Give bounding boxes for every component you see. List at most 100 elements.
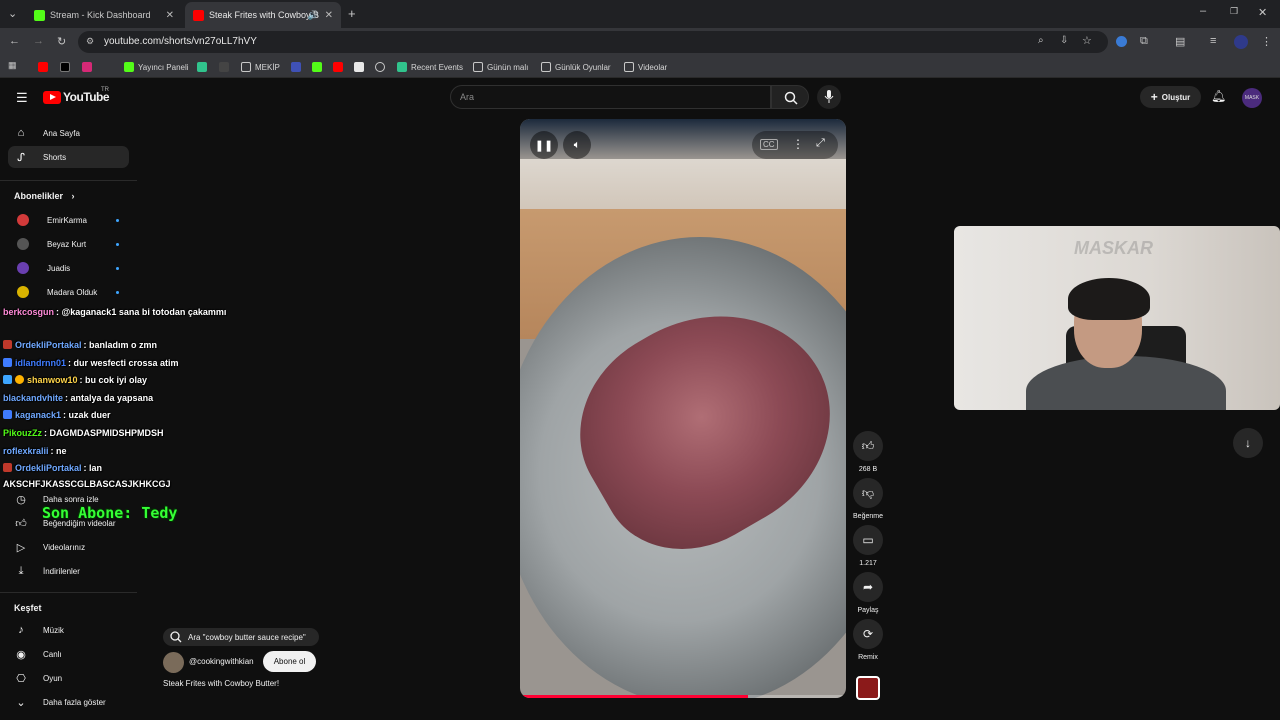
back-icon[interactable]: ← [9,35,20,47]
window-close-icon[interactable]: ✕ [1258,6,1267,19]
create-button[interactable]: + Oluştur [1140,86,1201,108]
search-icon [170,631,182,643]
voice-search-button[interactable] [817,85,841,109]
remix-icon[interactable]: ⟳ [853,619,883,649]
reload-icon[interactable]: ↻ [57,35,66,48]
bookmark-app-2[interactable] [291,60,305,74]
bookmark-youtube-2[interactable] [333,60,347,74]
extensions-puzzle-icon[interactable]: ⧉ [1140,35,1148,48]
menu-kebab-icon[interactable]: ⋮ [1261,35,1272,48]
more-options-icon[interactable]: ⋮ [792,137,804,151]
install-icon[interactable]: ⇩ [1060,35,1068,46]
share-icon[interactable]: ➦ [853,572,883,602]
youtube-logo-icon[interactable] [43,91,61,104]
chat-username: berkcosgun [3,307,55,317]
bookmark-image[interactable] [354,60,368,74]
sidebar-item-home[interactable]: ⌂ Ana Sayfa [8,122,129,144]
url-box[interactable]: ⚙ youtube.com/shorts/vn27oLL7hVY ⌕ ⇩ ☆ [78,31,1108,53]
video-progress-track[interactable] [520,695,846,698]
bookmark-folder-gunun-mali[interactable]: Günün malı [473,60,528,74]
share-action[interactable]: ➦ Paylaş [853,572,883,614]
profile-avatar[interactable] [1234,35,1248,49]
bookmark-folder-gunluk-oyunlar[interactable]: Günlük Oyunlar [541,60,611,74]
next-short-button[interactable]: ↓ [1233,428,1263,458]
country-code: TR [101,87,109,93]
pause-button[interactable]: ❚❚ [530,131,558,159]
like-action[interactable]: 👍︎ 268 B [853,431,883,473]
app-icon [397,62,407,72]
short-title[interactable]: Steak Frites with Cowboy Butter! [163,679,279,688]
extension-icon[interactable] [1116,36,1127,47]
minimize-icon[interactable]: – [1200,5,1206,17]
bookmark-yayinci-paneli[interactable]: Yayıncı Paneli [124,60,189,74]
dislike-action[interactable]: 👎︎ Beğenme [853,478,883,520]
apps-grid-icon[interactable]: ▦ [8,60,17,71]
tab-youtube-short[interactable]: Steak Frites with Cowboy B 🔊 ✕ [185,2,341,28]
badge-icon [3,358,12,367]
sidebar-sub-beyaz-kurt[interactable]: Beyaz Kurt [8,233,129,255]
hamburger-menu-icon[interactable]: ☰ [16,90,28,106]
channel-name[interactable]: @cookingwithkian [189,657,254,666]
subscribe-button[interactable]: Abone ol [263,651,316,672]
site-info-icon[interactable]: ⚙ [86,36,94,47]
bookmark-terminal[interactable] [219,60,233,74]
channel-avatar[interactable] [163,652,184,673]
thumb-down-icon[interactable]: 👎︎ [853,478,883,508]
sidebar-item-live[interactable]: ◉ Canlı [8,643,129,665]
media-control-icon[interactable]: ≡ [1210,35,1216,47]
bookmark-kick[interactable] [312,60,326,74]
download-icon: ⤓ [18,564,24,577]
zoom-icon[interactable]: ⌕ [1038,35,1044,46]
close-icon[interactable]: ✕ [325,10,333,21]
sidebar-item-your-videos[interactable]: ▷ Videolarınız [8,536,129,558]
sound-thumbnail[interactable] [856,676,880,700]
speaker-icon[interactable]: 🔊 [308,10,319,21]
suggested-search-chip[interactable]: Ara "cowboy butter sauce recipe" [163,628,319,646]
bookmark-globe[interactable] [375,60,389,74]
bookmark-app[interactable] [197,60,211,74]
chevron-right-icon: › [71,191,75,201]
app-icon [197,62,207,72]
sidebar-sub-juadis[interactable]: Juadis [8,257,129,279]
sidebar-item-gaming[interactable]: ⎔ Oyun [8,667,129,689]
bookmark-folder-videolar[interactable]: Videolar [624,60,667,74]
bookmark-instagram[interactable] [82,60,96,74]
short-video-player[interactable]: ❚❚ 🔈︎ CC ⋮ ⤢ [520,119,846,698]
like-count: 268 B [858,466,878,473]
sidebar-item-music[interactable]: ♪ Müzik [8,619,129,641]
close-icon[interactable]: ✕ [166,10,174,21]
account-avatar[interactable]: MASK [1242,88,1262,108]
bookmark-folder-mekip[interactable]: MEKİP [241,60,280,74]
bookmark-x[interactable] [60,60,74,74]
captions-icon[interactable]: CC [760,139,778,150]
side-panel-icon[interactable]: ▤ [1175,35,1185,48]
thumb-up-icon[interactable]: 👍︎ [853,431,883,461]
tab-kick-dashboard[interactable]: Stream - Kick Dashboard ✕ [26,2,182,28]
browser-tab-bar: ⌄ Stream - Kick Dashboard ✕ Steak Frites… [0,0,1280,28]
remix-action[interactable]: ⟳ Remix [853,619,883,661]
new-tab-icon[interactable]: + [348,6,356,21]
forward-icon[interactable]: → [33,35,44,47]
bookmark-recent-events[interactable]: Recent Events [397,60,463,74]
sidebar-item-label: Ana Sayfa [43,128,80,138]
fullscreen-icon[interactable]: ⤢ [816,137,825,150]
comment-icon[interactable]: ▭ [853,525,883,555]
chat-message: OrdekliPortakal: lan [3,463,102,473]
sidebar-item-shorts[interactable]: ᔑ Shorts [8,146,129,168]
bookmark-youtube[interactable] [38,60,52,74]
sidebar-item-show-more[interactable]: ⌄ Daha fazla göster [8,691,129,713]
restore-icon[interactable]: ❐ [1230,6,1238,17]
sidebar-sub-madara-olduk[interactable]: Madara Olduk [8,281,129,303]
search-button[interactable] [771,85,809,109]
tab-search-icon[interactable]: ⌄ [8,7,17,20]
bookmark-star-icon[interactable]: ☆ [1082,34,1092,47]
subscriptions-heading[interactable]: Abonelikler › [14,191,75,201]
sidebar-sub-emirkarma[interactable]: EmirKarma [8,209,129,231]
sidebar-item-downloads[interactable]: ⤓ İndirilenler [8,560,129,582]
volume-button[interactable]: 🔈︎ [563,131,591,159]
badge-icon [3,463,12,472]
comment-action[interactable]: ▭ 1.217 [853,525,883,567]
notifications-bell-icon[interactable]: 🔔︎ [1211,89,1226,103]
url-text[interactable]: youtube.com/shorts/vn27oLL7hVY [104,36,257,47]
search-input[interactable]: Ara [450,85,771,109]
